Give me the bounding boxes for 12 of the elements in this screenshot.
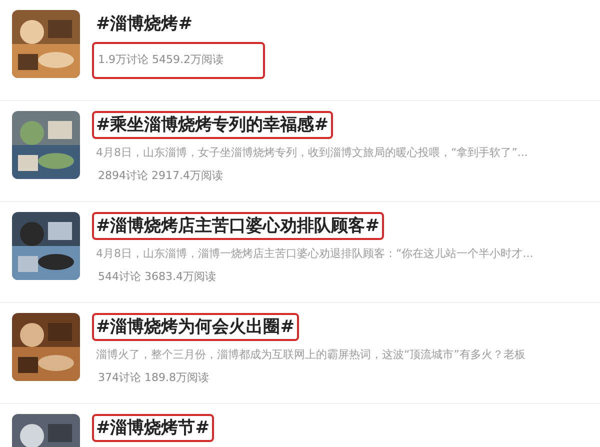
topic-stats: 2894讨论 2917.4万阅读 (97, 168, 224, 184)
topic-title[interactable]: #淄博烧烤店主苦口婆心劝排队顾客# (92, 212, 384, 240)
topic-title[interactable]: #淄博烧烤为何会火出圈# (92, 313, 298, 341)
topic-summary: 4月8日，山东淄博，淄博一烧烤店主苦口婆心劝退排队顾客：“你在这儿站一个半小时才... (95, 246, 534, 262)
topic-title[interactable]: #淄博烧烤节# (92, 414, 214, 442)
topic-stats: 1.9万讨论 5459.2万阅读 (92, 42, 266, 78)
topic-summary: 淄博火了，整个三月份，淄博都成为互联网上的霸屏热词，这波“顶流城市”有多火？老板 (95, 347, 526, 363)
topic-summary: 4月8日，山东淄博，女子坐淄博烧烤专列，收到淄博文旅局的暖心投喂，“拿到手软了”... (95, 145, 528, 161)
topic-stats: 374讨论 189.8万阅读 (97, 370, 210, 386)
topic-title[interactable]: #淄博烧烤# (92, 10, 196, 38)
topic-stats: 544讨论 3683.4万阅读 (97, 268, 217, 284)
topic-title[interactable]: #乘坐淄博烧烤专列的幸福感# (92, 111, 332, 139)
